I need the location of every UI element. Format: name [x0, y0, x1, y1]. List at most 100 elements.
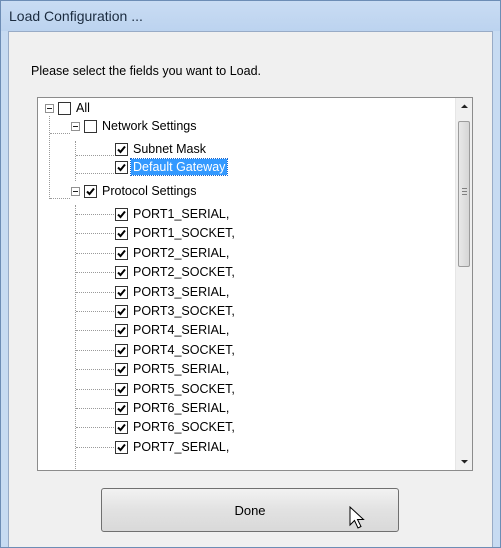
tree-line	[76, 233, 114, 235]
scrollbar-thumb[interactable]	[458, 121, 470, 267]
tree-node-port[interactable]: PORT6_SOCKET,	[115, 418, 237, 436]
tree-node-port[interactable]: PORT1_SOCKET,	[115, 224, 237, 242]
tree-node-protocol-settings[interactable]: Protocol Settings	[71, 182, 199, 200]
checkbox-default-gateway[interactable]	[115, 160, 128, 174]
tree-line	[49, 116, 51, 199]
scroll-down-arrow-icon[interactable]	[456, 453, 472, 470]
tree-node-port[interactable]: PORT4_SOCKET,	[115, 341, 237, 359]
checkmark-icon	[117, 229, 126, 237]
tree-node-port[interactable]: PORT5_SOCKET,	[115, 380, 237, 398]
checkbox-port[interactable]	[115, 343, 128, 357]
title-bar[interactable]: Load Configuration ...	[1, 1, 500, 31]
tree-node-default-gateway[interactable]: Default Gateway	[115, 158, 229, 176]
checkbox-port[interactable]	[115, 440, 128, 454]
tree-node-port[interactable]: PORT3_SERIAL,	[115, 283, 231, 301]
node-label-port: PORT1_SOCKET,	[133, 226, 235, 240]
checkbox-port[interactable]	[115, 207, 128, 221]
fields-tree-view[interactable]: All Network Settings Subnet Mask Default…	[37, 97, 473, 471]
tree-node-all[interactable]: All	[45, 99, 92, 117]
checkmark-icon	[117, 404, 126, 412]
node-label-subnet-mask: Subnet Mask	[133, 142, 206, 156]
tree-node-port[interactable]: PORT3_SOCKET,	[115, 302, 237, 320]
tree-line	[50, 198, 70, 200]
scroll-up-arrow-icon[interactable]	[456, 98, 472, 115]
tree-line	[76, 408, 114, 410]
node-label-port: PORT7_SERIAL,	[133, 440, 230, 454]
checkbox-subnet-mask[interactable]	[115, 142, 128, 156]
node-label-network-settings: Network Settings	[102, 119, 197, 133]
checkbox-port[interactable]	[115, 226, 128, 240]
tree-line	[50, 133, 70, 135]
node-label-all: All	[76, 101, 90, 115]
checkmark-icon	[117, 210, 126, 218]
tree-line	[76, 389, 114, 391]
collapse-icon[interactable]	[71, 186, 80, 196]
tree-line	[76, 272, 114, 274]
tree-line	[76, 173, 114, 175]
checkmark-icon	[117, 163, 126, 171]
checkbox-protocol-settings[interactable]	[84, 184, 97, 198]
tree-line	[76, 253, 114, 255]
checkbox-network-settings[interactable]	[84, 119, 97, 133]
checkmark-icon	[117, 145, 126, 153]
node-label-port: PORT3_SOCKET,	[133, 304, 235, 318]
tree-node-port[interactable]: PORT1_SERIAL,	[115, 205, 231, 223]
tree-node-port[interactable]: PORT2_SOCKET,	[115, 263, 237, 281]
tree-node-port[interactable]: PORT7_SERIAL,	[115, 438, 231, 456]
checkbox-port[interactable]	[115, 323, 128, 337]
checkbox-port[interactable]	[115, 285, 128, 299]
checkmark-icon	[117, 268, 126, 276]
checkmark-icon	[117, 443, 126, 451]
node-label-port: PORT3_SERIAL,	[133, 285, 230, 299]
checkbox-port[interactable]	[115, 420, 128, 434]
tree-node-port[interactable]: PORT4_SERIAL,	[115, 321, 231, 339]
tree-node-port[interactable]: PORT2_SERIAL,	[115, 244, 231, 262]
tree-line	[76, 447, 114, 449]
instruction-text: Please select the fields you want to Loa…	[31, 64, 262, 78]
tree-line	[76, 369, 114, 371]
node-label-port: PORT2_SERIAL,	[133, 246, 230, 260]
collapse-icon[interactable]	[45, 103, 54, 113]
checkmark-icon	[117, 288, 126, 296]
checkmark-icon	[117, 307, 126, 315]
tree-line	[76, 155, 114, 157]
tree-node-port[interactable]: PORT6_SERIAL,	[115, 399, 231, 417]
done-button-label: Done	[234, 502, 266, 518]
collapse-icon[interactable]	[71, 121, 80, 131]
checkmark-icon	[117, 423, 126, 431]
tree-node-port[interactable]: PORT5_SERIAL,	[115, 360, 231, 378]
checkmark-icon	[117, 249, 126, 257]
node-label-port: PORT4_SERIAL,	[133, 323, 230, 337]
window-title: Load Configuration ...	[9, 8, 143, 24]
checkbox-port[interactable]	[115, 304, 128, 318]
tree-line	[75, 205, 77, 470]
checkbox-port[interactable]	[115, 401, 128, 415]
node-label-default-gateway: Default Gateway	[129, 158, 229, 176]
tree-node-subnet-mask[interactable]: Subnet Mask	[115, 140, 208, 158]
node-label-protocol-settings: Protocol Settings	[102, 184, 197, 198]
checkbox-port[interactable]	[115, 362, 128, 376]
node-label-port: PORT2_SOCKET,	[133, 265, 235, 279]
node-label-port: PORT6_SERIAL,	[133, 401, 230, 415]
node-label-port: PORT5_SOCKET,	[133, 382, 235, 396]
tree-line	[76, 311, 114, 313]
tree-line	[76, 292, 114, 294]
checkbox-port[interactable]	[115, 382, 128, 396]
checkbox-all[interactable]	[58, 101, 71, 115]
node-label-port: PORT5_SERIAL,	[133, 362, 230, 376]
checkmark-icon	[86, 187, 95, 195]
checkbox-port[interactable]	[115, 246, 128, 260]
node-label-port: PORT1_SERIAL,	[133, 207, 230, 221]
checkbox-port[interactable]	[115, 265, 128, 279]
tree-line	[76, 350, 114, 352]
checkmark-icon	[117, 346, 126, 354]
checkmark-icon	[117, 365, 126, 373]
node-label-port: PORT4_SOCKET,	[133, 343, 235, 357]
checkmark-icon	[117, 385, 126, 393]
tree-line	[76, 427, 114, 429]
tree-line	[76, 330, 114, 332]
node-label-port: PORT6_SOCKET,	[133, 420, 235, 434]
mouse-pointer-icon	[349, 506, 365, 529]
vertical-scrollbar[interactable]	[455, 98, 472, 470]
tree-node-network-settings[interactable]: Network Settings	[71, 117, 198, 135]
